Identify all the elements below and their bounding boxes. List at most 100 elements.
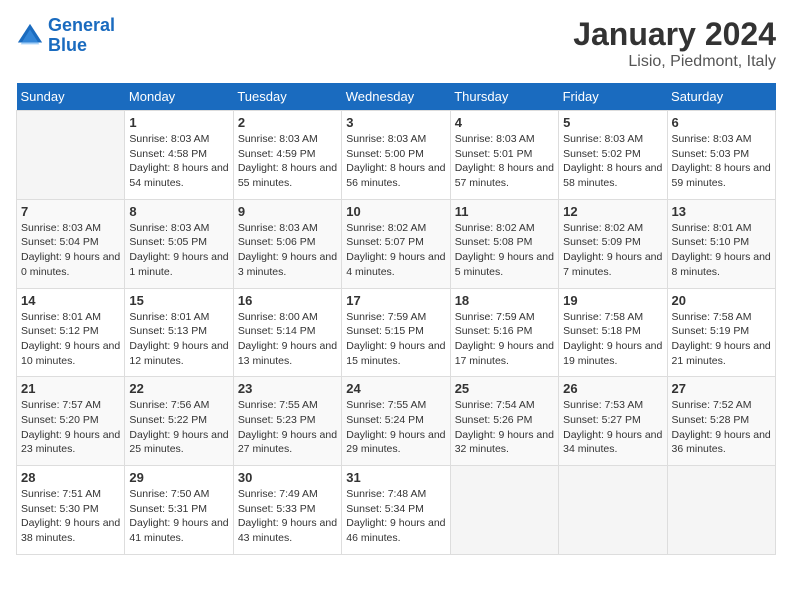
calendar-cell: 6 Sunrise: 8:03 AMSunset: 5:03 PMDaylight… [667, 111, 775, 200]
day-number: 2 [238, 115, 337, 130]
day-number: 6 [672, 115, 771, 130]
cell-info: Sunrise: 7:52 AMSunset: 5:28 PMDaylight:… [672, 398, 771, 457]
calendar-cell: 20Sunrise: 7:58 AMSunset: 5:19 PMDayligh… [667, 288, 775, 377]
logo: General Blue [16, 16, 115, 56]
day-number: 12 [563, 204, 662, 219]
calendar-cell: 8 Sunrise: 8:03 AMSunset: 5:05 PMDaylight… [125, 199, 233, 288]
cell-info: Sunrise: 8:02 AMSunset: 5:08 PMDaylight:… [455, 221, 554, 280]
day-number: 10 [346, 204, 445, 219]
calendar-cell: 5 Sunrise: 8:03 AMSunset: 5:02 PMDaylight… [559, 111, 667, 200]
cell-info: Sunrise: 7:58 AMSunset: 5:18 PMDaylight:… [563, 310, 662, 369]
calendar-table: SundayMondayTuesdayWednesdayThursdayFrid… [16, 83, 776, 555]
calendar-cell [450, 466, 558, 555]
calendar-cell: 31 Sunrise: 7:48 AMSunset: 5:34 PMDayligh… [342, 466, 450, 555]
day-number: 15 [129, 293, 228, 308]
day-number: 21 [21, 381, 120, 396]
day-number: 31 [346, 470, 445, 485]
calendar-cell [17, 111, 125, 200]
day-number: 8 [129, 204, 228, 219]
cell-info: Sunrise: 7:59 AMSunset: 5:15 PMDaylight:… [346, 310, 445, 369]
logo-text: General Blue [48, 16, 115, 56]
cell-info: Sunrise: 7:50 AMSunset: 5:31 PMDaylight:… [129, 487, 228, 546]
day-number: 28 [21, 470, 120, 485]
weekday-header: Saturday [667, 83, 775, 111]
day-number: 26 [563, 381, 662, 396]
day-number: 4 [455, 115, 554, 130]
cell-info: Sunrise: 8:03 AMSunset: 5:04 PMDaylight:… [21, 221, 120, 280]
weekday-header: Friday [559, 83, 667, 111]
calendar-cell: 29 Sunrise: 7:50 AMSunset: 5:31 PMDayligh… [125, 466, 233, 555]
calendar-cell: 4 Sunrise: 8:03 AMSunset: 5:01 PMDaylight… [450, 111, 558, 200]
weekday-header: Monday [125, 83, 233, 111]
calendar-cell [559, 466, 667, 555]
calendar-week-row: 1Sunrise: 8:03 AMSunset: 4:58 PMDaylight… [17, 111, 776, 200]
cell-info: Sunrise: 8:03 AMSunset: 5:06 PMDaylight:… [238, 221, 337, 280]
cell-info: Sunrise: 7:57 AMSunset: 5:20 PMDaylight:… [21, 398, 120, 457]
cell-info: Sunrise: 7:58 AMSunset: 5:19 PMDaylight:… [672, 310, 771, 369]
calendar-cell: 25Sunrise: 7:54 AMSunset: 5:26 PMDayligh… [450, 377, 558, 466]
day-number: 30 [238, 470, 337, 485]
day-number: 3 [346, 115, 445, 130]
cell-info: Sunrise: 7:55 AMSunset: 5:24 PMDaylight:… [346, 398, 445, 457]
cell-info: Sunrise: 8:01 AMSunset: 5:13 PMDaylight:… [129, 310, 228, 369]
calendar-cell: 11 Sunrise: 8:02 AMSunset: 5:08 PMDayligh… [450, 199, 558, 288]
weekday-header: Thursday [450, 83, 558, 111]
day-number: 13 [672, 204, 771, 219]
calendar-cell: 2 Sunrise: 8:03 AMSunset: 4:59 PMDaylight… [233, 111, 341, 200]
weekday-header: Tuesday [233, 83, 341, 111]
calendar-cell: 9 Sunrise: 8:03 AMSunset: 5:06 PMDaylight… [233, 199, 341, 288]
cell-info: Sunrise: 8:01 AMSunset: 5:10 PMDaylight:… [672, 221, 771, 280]
day-number: 24 [346, 381, 445, 396]
cell-info: Sunrise: 7:59 AMSunset: 5:16 PMDaylight:… [455, 310, 554, 369]
day-number: 7 [21, 204, 120, 219]
calendar-cell: 17 Sunrise: 7:59 AMSunset: 5:15 PMDayligh… [342, 288, 450, 377]
cell-info: Sunrise: 8:03 AMSunset: 5:02 PMDaylight:… [563, 132, 662, 191]
cell-info: Sunrise: 8:03 AMSunset: 5:03 PMDaylight:… [672, 132, 771, 191]
cell-info: Sunrise: 7:51 AMSunset: 5:30 PMDaylight:… [21, 487, 120, 546]
day-number: 27 [672, 381, 771, 396]
title-block: January 2024 Lisio, Piedmont, Italy [573, 16, 776, 71]
day-number: 14 [21, 293, 120, 308]
day-number: 29 [129, 470, 228, 485]
day-number: 18 [455, 293, 554, 308]
day-number: 22 [129, 381, 228, 396]
cell-info: Sunrise: 7:56 AMSunset: 5:22 PMDaylight:… [129, 398, 228, 457]
calendar-cell: 7 Sunrise: 8:03 AMSunset: 5:04 PMDaylight… [17, 199, 125, 288]
calendar-cell: 26 Sunrise: 7:53 AMSunset: 5:27 PMDayligh… [559, 377, 667, 466]
cell-info: Sunrise: 7:48 AMSunset: 5:34 PMDaylight:… [346, 487, 445, 546]
calendar-cell: 16 Sunrise: 8:00 AMSunset: 5:14 PMDayligh… [233, 288, 341, 377]
calendar-week-row: 7 Sunrise: 8:03 AMSunset: 5:04 PMDaylight… [17, 199, 776, 288]
cell-info: Sunrise: 7:53 AMSunset: 5:27 PMDaylight:… [563, 398, 662, 457]
day-number: 11 [455, 204, 554, 219]
calendar-cell: 27 Sunrise: 7:52 AMSunset: 5:28 PMDayligh… [667, 377, 775, 466]
calendar-week-row: 14Sunrise: 8:01 AMSunset: 5:12 PMDayligh… [17, 288, 776, 377]
calendar-week-row: 21 Sunrise: 7:57 AMSunset: 5:20 PMDayligh… [17, 377, 776, 466]
day-number: 9 [238, 204, 337, 219]
cell-info: Sunrise: 7:49 AMSunset: 5:33 PMDaylight:… [238, 487, 337, 546]
calendar-cell: 13 Sunrise: 8:01 AMSunset: 5:10 PMDayligh… [667, 199, 775, 288]
calendar-cell: 18 Sunrise: 7:59 AMSunset: 5:16 PMDayligh… [450, 288, 558, 377]
weekday-header: Sunday [17, 83, 125, 111]
cell-info: Sunrise: 8:03 AMSunset: 4:58 PMDaylight:… [129, 132, 228, 191]
cell-info: Sunrise: 8:03 AMSunset: 5:01 PMDaylight:… [455, 132, 554, 191]
day-number: 5 [563, 115, 662, 130]
calendar-cell: 21 Sunrise: 7:57 AMSunset: 5:20 PMDayligh… [17, 377, 125, 466]
day-number: 25 [455, 381, 554, 396]
calendar-cell: 28 Sunrise: 7:51 AMSunset: 5:30 PMDayligh… [17, 466, 125, 555]
day-number: 19 [563, 293, 662, 308]
calendar-cell: 23Sunrise: 7:55 AMSunset: 5:23 PMDayligh… [233, 377, 341, 466]
calendar-cell: 19 Sunrise: 7:58 AMSunset: 5:18 PMDayligh… [559, 288, 667, 377]
calendar-cell: 14Sunrise: 8:01 AMSunset: 5:12 PMDayligh… [17, 288, 125, 377]
main-title: January 2024 [573, 16, 776, 53]
cell-info: Sunrise: 8:03 AMSunset: 4:59 PMDaylight:… [238, 132, 337, 191]
cell-info: Sunrise: 8:00 AMSunset: 5:14 PMDaylight:… [238, 310, 337, 369]
subtitle: Lisio, Piedmont, Italy [573, 53, 776, 71]
cell-info: Sunrise: 8:03 AMSunset: 5:05 PMDaylight:… [129, 221, 228, 280]
calendar-cell: 30 Sunrise: 7:49 AMSunset: 5:33 PMDayligh… [233, 466, 341, 555]
cell-info: Sunrise: 8:03 AMSunset: 5:00 PMDaylight:… [346, 132, 445, 191]
calendar-cell: 15 Sunrise: 8:01 AMSunset: 5:13 PMDayligh… [125, 288, 233, 377]
day-number: 17 [346, 293, 445, 308]
calendar-cell: 1Sunrise: 8:03 AMSunset: 4:58 PMDaylight… [125, 111, 233, 200]
day-number: 16 [238, 293, 337, 308]
cell-info: Sunrise: 8:02 AMSunset: 5:07 PMDaylight:… [346, 221, 445, 280]
